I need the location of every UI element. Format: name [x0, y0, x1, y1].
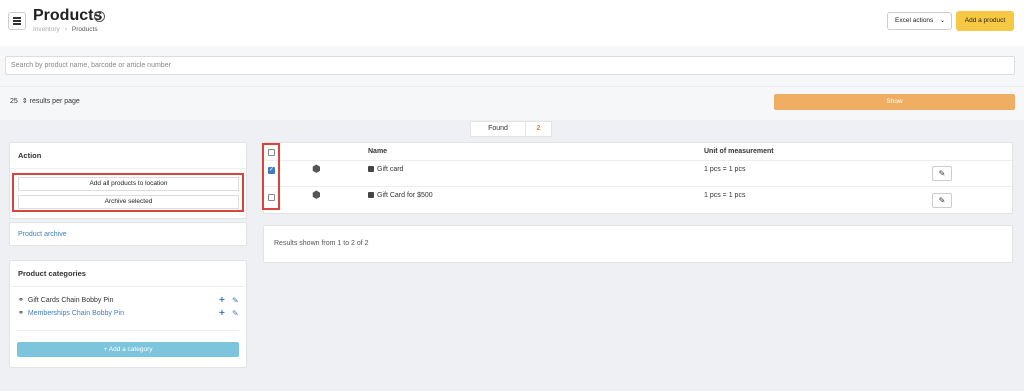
add-subcategory-icon[interactable]: + [219, 296, 225, 306]
link-icon: ⚭ [18, 297, 24, 304]
per-page-control[interactable]: 25 ⇕ results per page [10, 97, 80, 105]
product-name: Gift Card for $500 [377, 192, 433, 199]
categories-title: Product categories [10, 261, 246, 287]
highlight-box [12, 173, 244, 212]
add-category-button[interactable]: + Add a category [17, 342, 239, 357]
column-header-unit: Unit of measurement [704, 148, 774, 155]
chevron-down-icon: ⌄ [939, 18, 945, 24]
category-item[interactable]: ⚭ Memberships Chain Bobby Pin [18, 309, 124, 318]
found-indicator: Found 2 [470, 121, 552, 137]
product-name-link[interactable]: Gift Card for $500 [368, 192, 433, 199]
divider [17, 330, 239, 331]
add-subcategory-icon[interactable]: + [219, 309, 225, 319]
sort-icon: ⇕ [21, 98, 30, 105]
product-archive-link[interactable]: Product archive [18, 231, 67, 238]
excel-actions-label: Excel actions [895, 17, 934, 24]
pagination-row: 25 ⇕ results per page Show [0, 86, 1024, 120]
pencil-icon: ✎ [938, 196, 946, 205]
column-header-name[interactable]: Name [368, 148, 387, 155]
category-item[interactable]: ⚭ Gift Cards Chain Bobby Pin [18, 296, 114, 305]
breadcrumb-inventory[interactable]: Inventory [33, 26, 60, 33]
category-label: Gift Cards Chain Bobby Pin [27, 296, 114, 304]
archive-card: Product archive [9, 222, 247, 246]
breadcrumb-products: Products [71, 26, 98, 33]
search-input[interactable]: Search by product name, barcode or artic… [5, 56, 1015, 75]
per-page-select[interactable]: 25 [10, 98, 18, 105]
tag-icon [368, 192, 374, 198]
menu-icon[interactable] [8, 12, 26, 30]
show-button[interactable]: Show [774, 94, 1015, 110]
edit-category-icon[interactable]: ✎ [232, 309, 239, 319]
pencil-icon: ✎ [938, 169, 946, 178]
results-summary-card: Results shown from 1 to 2 of 2 [263, 225, 1013, 263]
package-icon: ⬢ [312, 164, 321, 175]
row-divider [264, 160, 1012, 161]
found-count: 2 [536, 125, 541, 132]
tag-icon [368, 166, 374, 172]
edit-category-icon[interactable]: ✎ [232, 296, 239, 306]
page-title: Products [33, 7, 103, 24]
edit-product-button[interactable]: ✎ [932, 193, 952, 208]
link-icon: ⚭ [18, 310, 24, 317]
chevron-right-icon: › [64, 26, 67, 33]
excel-actions-button[interactable]: Excel actions ⌄ [887, 12, 952, 30]
product-unit: 1 pcs = 1 pcs [704, 192, 746, 199]
add-product-button[interactable]: Add a product [956, 11, 1014, 31]
row-divider [264, 186, 1012, 187]
found-label: Found [471, 122, 526, 136]
product-unit: 1 pcs = 1 pcs [704, 166, 746, 173]
info-icon[interactable]: i [94, 11, 105, 22]
breadcrumb: Inventory › Products [33, 26, 98, 33]
search-row: Search by product name, barcode or artic… [0, 46, 1024, 86]
category-label: Memberships Chain Bobby Pin [27, 309, 124, 317]
product-name: Gift card [377, 166, 404, 173]
highlight-box [262, 143, 280, 210]
action-title: Action [10, 143, 246, 169]
edit-product-button[interactable]: ✎ [932, 166, 952, 181]
package-icon: ⬢ [312, 190, 321, 201]
per-page-label: results per page [29, 98, 80, 105]
results-summary: Results shown from 1 to 2 of 2 [274, 240, 369, 247]
top-bar: Products i Inventory › Products Excel acti… [0, 0, 1024, 46]
product-name-link[interactable]: Gift card [368, 166, 403, 173]
